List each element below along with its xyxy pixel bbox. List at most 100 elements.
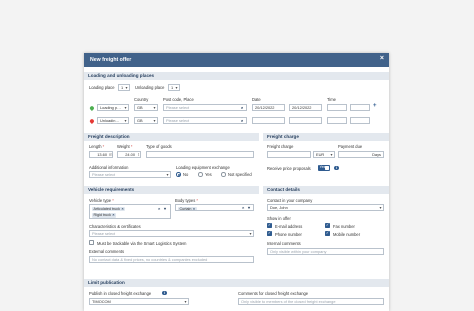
section-limit-publication: Limit publication bbox=[84, 279, 389, 287]
vehicle-type-label: Vehicle type * bbox=[89, 198, 114, 203]
email-checkbox-label: E-mail address bbox=[275, 223, 303, 229]
phone-checkbox[interactable]: ✓ bbox=[267, 231, 272, 236]
type-of-goods-input[interactable] bbox=[146, 151, 254, 158]
length-label-text: Length bbox=[89, 144, 102, 149]
equipment-no-radio[interactable] bbox=[176, 172, 181, 177]
body-type-chip-label: Curtain bbox=[179, 206, 192, 211]
characteristics-select[interactable]: Please select bbox=[89, 230, 254, 237]
date-column-label: Date bbox=[252, 97, 261, 102]
payment-due-input[interactable]: Days bbox=[338, 151, 384, 158]
equipment-no-label: No bbox=[183, 172, 189, 177]
loading-postcode-input[interactable]: Please select bbox=[163, 104, 247, 111]
mobile-checkbox[interactable]: ✓ bbox=[325, 231, 330, 236]
contact-person-select[interactable]: Doe, John bbox=[267, 204, 384, 211]
toggle-knob bbox=[325, 165, 330, 170]
remove-chip-icon[interactable]: × bbox=[112, 213, 114, 217]
closed-exchange-select[interactable]: TIMOCOM bbox=[89, 298, 189, 305]
close-icon[interactable]: × bbox=[380, 55, 384, 62]
closed-exchange-comments-input[interactable]: Only visible to members of the closed fr… bbox=[238, 298, 384, 305]
vehicle-type-label-text: Vehicle type bbox=[89, 198, 112, 203]
receive-proposals-toggle[interactable]: Yes bbox=[318, 165, 330, 171]
section-freight-charge: Freight charge bbox=[263, 133, 389, 141]
unloading-place-count-select[interactable]: 1 bbox=[168, 84, 180, 91]
unloading-type-select[interactable]: Unloadin… bbox=[97, 117, 129, 124]
payment-due-unit: Days bbox=[372, 152, 381, 157]
section-vehicle-requirements: Vehicle requirements bbox=[84, 186, 259, 194]
unloading-time-from-input[interactable] bbox=[327, 117, 347, 124]
postcode-column-label: Post code, Place bbox=[163, 97, 194, 102]
loading-date-to-input[interactable]: 20/12/2022 bbox=[289, 104, 322, 111]
body-type-chip: Curtain × bbox=[178, 206, 197, 211]
equipment-not-specified-radio[interactable] bbox=[221, 172, 226, 177]
remove-chip-icon[interactable]: × bbox=[193, 207, 195, 210]
phone-checkbox-label: Phone number bbox=[275, 231, 302, 237]
clear-vehicle-types-icon[interactable]: × bbox=[158, 206, 160, 211]
closed-exchange-comments-label: Comments for closed freight exchange bbox=[238, 291, 309, 296]
loading-postcode-search-icon[interactable]: ⌕ bbox=[241, 105, 243, 110]
trackable-checkbox[interactable] bbox=[89, 240, 94, 245]
trackable-label: Must be trackable via the Smart Logistic… bbox=[97, 240, 187, 246]
vehicle-type-chip-label: Articulated truck bbox=[93, 206, 120, 211]
unloading-pin-icon bbox=[89, 118, 96, 125]
external-comments-label: External comments bbox=[89, 249, 125, 254]
contact-person-label: Contact in your company bbox=[267, 198, 313, 203]
remove-chip-icon[interactable]: × bbox=[121, 207, 123, 211]
currency-select[interactable]: EUR bbox=[313, 151, 335, 158]
vehicle-type-chip: Articulated truck × bbox=[92, 206, 126, 212]
vehicle-type-chip-label: Rigid truck bbox=[93, 213, 111, 217]
unloading-date-from-input[interactable] bbox=[252, 117, 285, 124]
weight-unit: t bbox=[138, 152, 140, 157]
unloading-date-to-input[interactable] bbox=[289, 117, 322, 124]
weight-label-text: Weight bbox=[117, 144, 130, 149]
section-freight-description: Freight description bbox=[84, 133, 259, 141]
internal-comments-label: Internal comments bbox=[267, 241, 301, 246]
equipment-yes-radio[interactable] bbox=[198, 172, 203, 177]
loading-pin-icon bbox=[89, 105, 96, 112]
fax-checkbox[interactable]: ✓ bbox=[325, 223, 330, 228]
length-unit: m bbox=[109, 152, 113, 157]
loading-country-select[interactable]: GB bbox=[134, 104, 158, 111]
chevron-down-icon[interactable]: ▾ bbox=[248, 205, 250, 210]
loading-time-to-input[interactable] bbox=[350, 104, 370, 111]
unloading-time-to-input[interactable] bbox=[350, 117, 370, 124]
chevron-down-icon[interactable]: ▾ bbox=[164, 206, 166, 211]
time-column-label: Time bbox=[327, 97, 336, 102]
type-of-goods-label: Type of goods bbox=[146, 144, 172, 149]
unloading-place-label: Unloading place bbox=[135, 85, 165, 90]
external-comments-input[interactable]: No contact data & fixed prices, no count… bbox=[89, 256, 254, 263]
loading-place-label: Loading place bbox=[89, 85, 115, 90]
clear-body-types-icon[interactable]: × bbox=[242, 205, 244, 210]
body-types-label: Body types * bbox=[175, 198, 198, 203]
equipment-exchange-label: Loading equipment exchange bbox=[176, 165, 230, 170]
receive-proposals-info-icon[interactable]: i bbox=[334, 165, 339, 171]
unloading-country-select[interactable]: GB bbox=[134, 117, 158, 124]
unloading-postcode-search-icon[interactable]: ⌕ bbox=[241, 118, 243, 123]
freight-charge-label: Freight charge bbox=[267, 144, 294, 149]
dialog-title: New freight offer bbox=[90, 56, 132, 63]
equipment-not-specified-label: Not specified bbox=[228, 172, 252, 177]
equipment-yes-label: Yes bbox=[205, 172, 212, 177]
show-in-offer-label: Show in offer bbox=[267, 216, 291, 221]
unloading-postcode-input[interactable]: Please select bbox=[163, 117, 247, 124]
weight-label: Weight * bbox=[117, 144, 133, 149]
vehicle-type-chip: Rigid truck × bbox=[92, 213, 117, 218]
internal-comments-input[interactable]: Only visible within your company bbox=[267, 248, 384, 255]
loading-place-count-select[interactable]: 1 bbox=[118, 84, 130, 91]
additional-info-select[interactable]: Please select bbox=[89, 171, 171, 178]
length-label: Length * bbox=[89, 144, 105, 149]
add-loading-place-icon[interactable]: + bbox=[373, 103, 377, 109]
body-types-label-text: Body types bbox=[175, 198, 196, 203]
additional-info-label: Additional information bbox=[89, 165, 129, 170]
characteristics-label: Characteristics & certificates bbox=[89, 224, 141, 229]
mobile-checkbox-label: Mobile number bbox=[333, 231, 361, 237]
loading-type-select[interactable]: Loading p… bbox=[97, 104, 129, 111]
fax-checkbox-label: Fax number bbox=[333, 223, 355, 229]
freight-charge-input[interactable] bbox=[267, 151, 311, 158]
publish-info-icon[interactable]: i bbox=[162, 290, 167, 296]
loading-date-from-input[interactable]: 20/12/2022 bbox=[252, 104, 285, 111]
new-freight-offer-dialog: New freight offer × Loading and unloadin… bbox=[84, 53, 389, 311]
loading-time-from-input[interactable] bbox=[327, 104, 347, 111]
email-checkbox[interactable]: ✓ bbox=[267, 223, 272, 228]
dialog-titlebar: New freight offer × bbox=[84, 53, 389, 67]
payment-due-label: Payment due bbox=[338, 144, 363, 149]
